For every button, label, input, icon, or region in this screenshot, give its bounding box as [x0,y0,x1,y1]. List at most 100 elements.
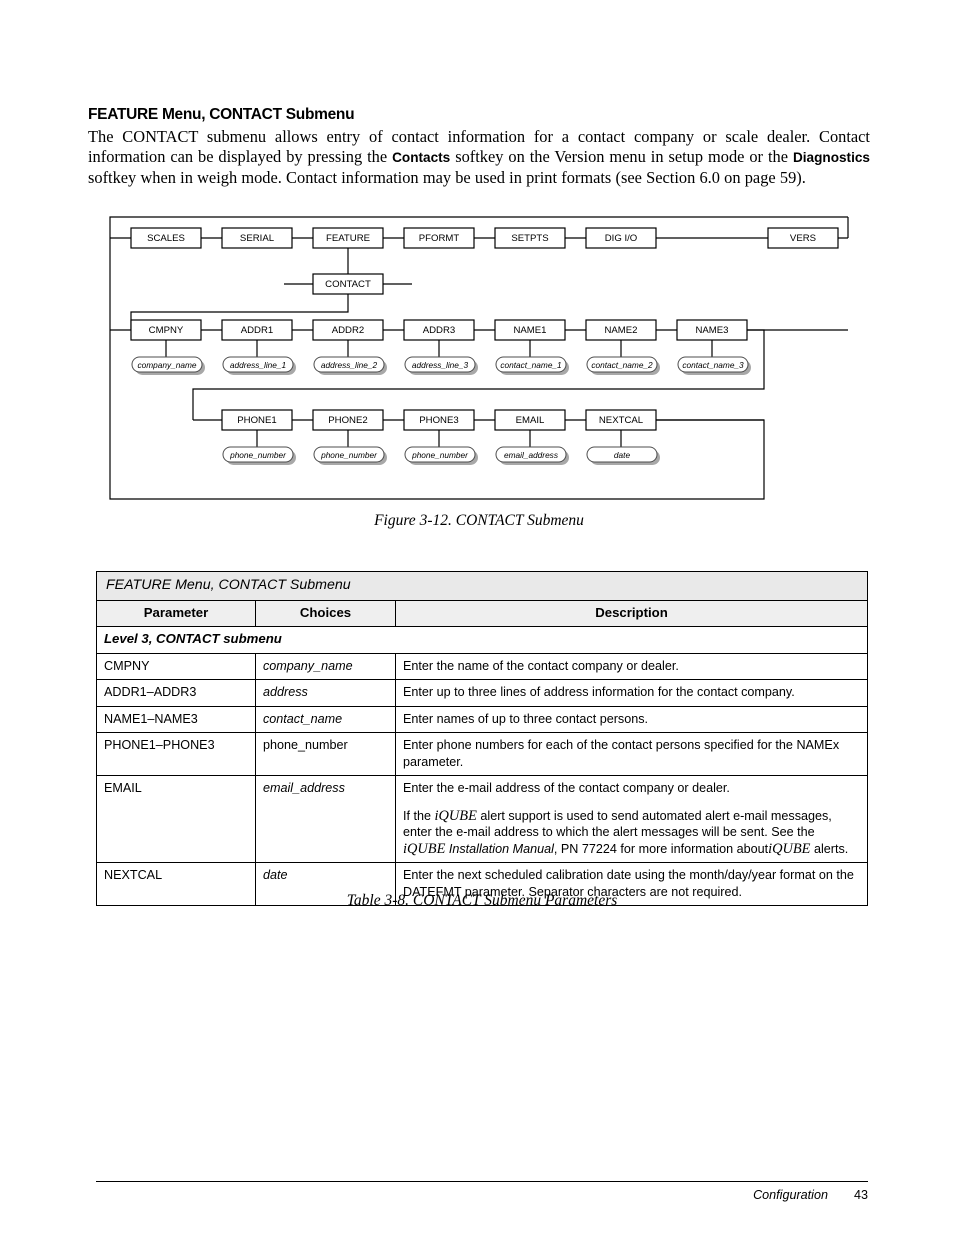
node-label: PHONE3 [419,415,458,426]
node-label: NAME3 [695,325,728,336]
cell-choices: company_name [255,652,396,680]
value-label: email_address [504,450,558,460]
diagram-node-email: EMAIL [494,409,566,431]
table-title-row: FEATURE Menu, CONTACT Submenu [96,571,868,601]
table-subheader-label: Level 3, CONTACT submenu [96,626,868,654]
desc-seg-e: alerts. [810,841,849,856]
table-row: ADDR1–ADDR3 address Enter up to three li… [96,679,868,707]
cell-description: Enter phone numbers for each of the cont… [395,732,868,776]
node-label: SCALES [147,233,185,244]
menu-tree-diagram: SCALES SERIAL FEATURE PFORMT SETPTS DIG … [109,216,849,500]
column-header-parameter: Parameter [96,599,256,627]
value-label: company_name [137,360,196,370]
description-text: Enter phone numbers for each of the cont… [403,738,840,769]
diagram-node-vers: VERS [767,227,839,249]
diagram-value-phone-number-2: phone_number [313,446,387,465]
node-label: SETPTS [511,233,548,244]
value-label: date [614,450,631,460]
node-label: NEXTCAL [599,415,644,426]
value-label: contact_name_2 [591,360,653,370]
cell-description: Enter names of up to three contact perso… [395,705,868,733]
intro-paragraph: The CONTACT submenu allows entry of cont… [88,127,870,189]
diagram-value-address-line-1: address_line_1 [222,356,296,375]
footer-page-number: 43 [853,1188,868,1202]
diagram-node-phone3: PHONE3 [403,409,475,431]
diagram-value-contact-name-3: contact_name_3 [677,356,751,375]
diagram-value-phone-number-1: phone_number [222,446,296,465]
column-header-choices: Choices [255,599,396,627]
diagram-node-phone1: PHONE1 [221,409,293,431]
figure-contact-submenu: SCALES SERIAL FEATURE PFORMT SETPTS DIG … [88,214,870,529]
value-label: address_line_1 [230,360,286,370]
table-subheader-row: Level 3, CONTACT submenu [96,626,868,654]
table-row: PHONE1–PHONE3 phone_number Enter phone n… [96,732,868,776]
description-text: Enter the e-mail address of the contact … [403,781,730,795]
diagram-value-address-line-3: address_line_3 [404,356,478,375]
value-label: phone_number [411,450,469,460]
diagram-value-phone-number-3: phone_number [404,446,478,465]
section-body: FEATURE Menu, CONTACT Submenu The CONTAC… [88,106,870,189]
diagram-node-addr2: ADDR2 [312,319,384,341]
description-text: Enter names of up to three contact perso… [403,711,649,726]
node-label: ADDR2 [332,325,365,336]
iqube-wordmark: iQUBE [403,840,446,857]
diagram-node-pformt: PFORMT [403,227,475,249]
value-label: phone_number [229,450,287,460]
node-label: CMPNY [149,325,184,336]
description-text: Enter up to three lines of address infor… [403,685,795,699]
node-label: FEATURE [326,233,370,244]
value-label: address_line_2 [321,360,378,370]
diagram-node-addr3: ADDR3 [403,319,475,341]
cell-parameter: CMPNY [96,652,256,680]
cell-choices: email_address [255,775,396,863]
cell-description: Enter up to three lines of address infor… [395,679,868,707]
description-text-iqube: If the iQUBE alert support is used to se… [403,808,860,858]
diagram-node-digio: DIG I/O [585,227,657,249]
diagram-node-nextcal: NEXTCAL [585,409,657,431]
diagram-node-addr1: ADDR1 [221,319,293,341]
diagram-value-email-address: email_address [495,446,569,465]
diagram-node-setpts: SETPTS [494,227,566,249]
diagram-node-contact: CONTACT [312,273,384,295]
diagram-node-name3: NAME3 [676,319,748,341]
diagram-node-scales: SCALES [130,227,202,249]
desc-seg-a: If the [403,808,435,823]
node-label: NAME2 [604,325,637,336]
diagram-node-feature: FEATURE [312,227,384,249]
table-row: EMAIL email_address Enter the e-mail add… [96,775,868,863]
iqube-wordmark: iQUBE [768,840,811,857]
diagram-value-company-name: company_name [131,356,205,375]
diagram-node-name2: NAME2 [585,319,657,341]
cell-choices: phone_number [255,732,396,776]
diagnostics-softkey-label: Diagnostics [792,150,870,166]
node-label: PFORMT [419,233,460,244]
description-text: Enter the name of the contact company or… [403,658,679,673]
diagram-value-contact-name-2: contact_name_2 [586,356,660,375]
value-label: phone_number [320,450,378,460]
table-row: CMPNY company_name Enter the name of the… [96,652,868,680]
cell-parameter: NAME1–NAME3 [96,705,256,733]
cell-description: Enter the name of the contact company or… [395,652,868,680]
table-caption: Table 3-8. CONTACT Submenu Parameters [346,892,618,909]
cell-description: Enter the e-mail address of the contact … [395,775,868,863]
contact-parameters-table: FEATURE Menu, CONTACT Submenu Parameter … [96,571,868,906]
footer-chapter-name: Configuration [753,1188,828,1202]
node-label: NAME1 [513,325,546,336]
diagram-value-date: date [586,446,660,465]
node-label: CONTACT [325,279,371,290]
value-label: address_line_3 [412,360,469,370]
diagram-node-phone2: PHONE2 [312,409,384,431]
cell-parameter: PHONE1–PHONE3 [96,732,256,776]
value-label: contact_name_1 [500,360,561,370]
manual-title: Installation Manual [448,841,554,856]
table-header-row: Parameter Choices Description [96,599,868,627]
node-label: SERIAL [240,233,275,244]
diagram-node-name1: NAME1 [494,319,566,341]
node-label: PHONE1 [237,415,276,426]
iqube-wordmark: iQUBE [434,807,477,824]
table-row: NAME1–NAME3 contact_name Enter names of … [96,705,868,733]
node-label: PHONE2 [328,415,367,426]
desc-seg-d: , PN 77224 for more information about [553,841,769,856]
column-header-description: Description [395,599,868,627]
intro-text-3: softkey when in weigh mode. Contact info… [88,168,806,188]
